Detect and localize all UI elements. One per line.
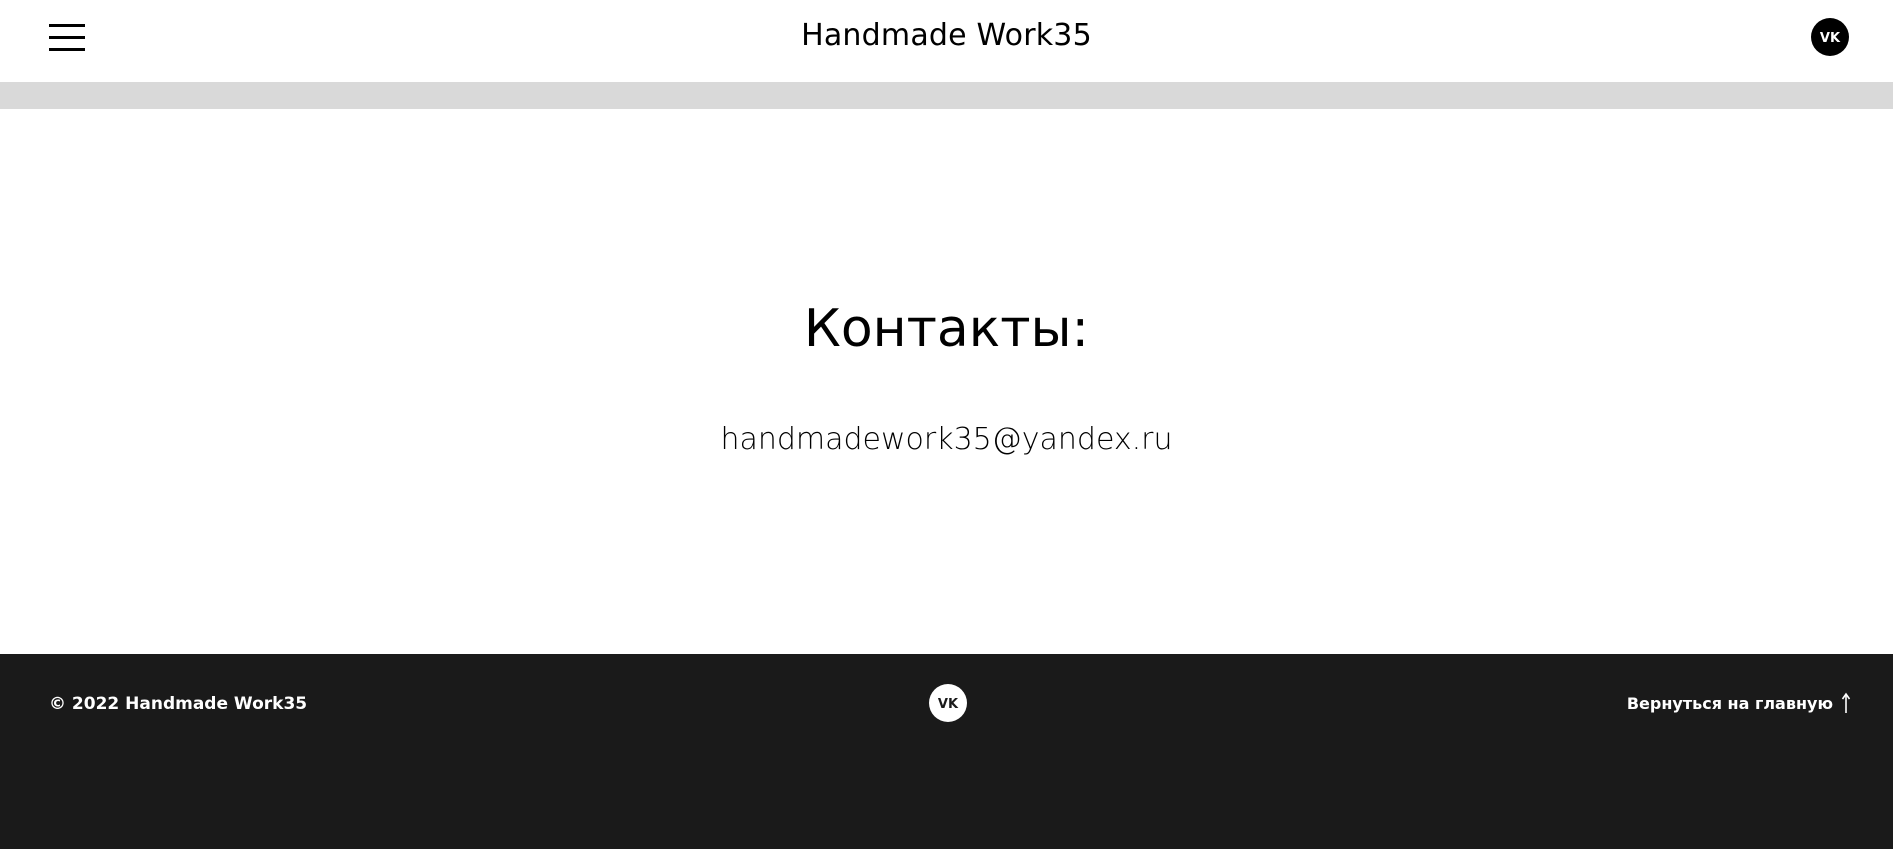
arrow-up-icon bbox=[1841, 692, 1851, 713]
copyright-text: © 2022 Handmade Work35 bbox=[49, 694, 308, 714]
vk-icon: VK bbox=[1820, 31, 1841, 44]
footer-vk-link[interactable]: VK bbox=[929, 684, 967, 722]
site-header: Handmade Work35 VK bbox=[0, 0, 1893, 82]
svg-text:VK: VK bbox=[938, 697, 959, 710]
back-to-home-link[interactable]: Вернуться на главную bbox=[1627, 692, 1851, 714]
svg-text:VK: VK bbox=[1820, 31, 1841, 44]
back-to-home-label: Вернуться на главную bbox=[1626, 693, 1833, 713]
contact-email-link[interactable]: handmadework35@yandex.ru bbox=[0, 422, 1893, 457]
header-divider-band bbox=[0, 82, 1893, 109]
site-title[interactable]: Handmade Work35 bbox=[0, 18, 1893, 53]
header-vk-link[interactable]: VK bbox=[1811, 18, 1849, 56]
contacts-section: Контакты: handmadework35@yandex.ru bbox=[0, 109, 1893, 654]
contacts-title: Контакты: bbox=[803, 299, 1090, 359]
site-footer: © 2022 Handmade Work35 VK Вернуться на г… bbox=[0, 654, 1893, 849]
vk-icon: VK bbox=[938, 697, 959, 710]
